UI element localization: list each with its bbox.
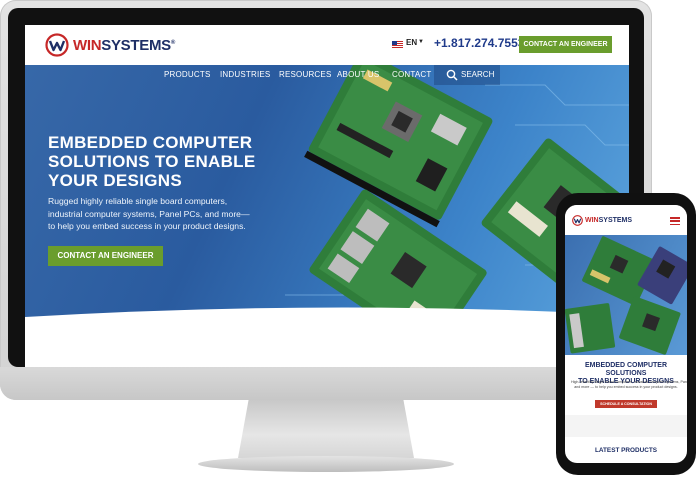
mobile-section-divider [565, 415, 687, 437]
hero-title: EMBEDDED COMPUTER SOLUTIONS TO ENABLE YO… [48, 133, 328, 190]
hamburger-menu-icon[interactable] [670, 217, 680, 226]
us-flag-icon[interactable] [392, 41, 403, 48]
mobile-hero-image [565, 235, 687, 355]
desktop-website: WINSYSTEMS® EN ▼ +1.817.274.7553 CONTACT… [25, 25, 629, 367]
mobile-website: WINSYSTEMS EMBEDDED COMPUTER SOLUTIONS T… [565, 205, 687, 463]
language-selector[interactable]: EN [406, 38, 417, 47]
hero-subtitle-line: to help you embed success in your produc… [48, 221, 246, 231]
hero-contact-engineer-button[interactable]: CONTACT AN ENGINEER [48, 246, 163, 266]
logo-mark[interactable] [572, 215, 583, 226]
hero-subtitle-line: Rugged highly reliable single board comp… [48, 196, 228, 206]
apple-logo-icon [318, 377, 332, 393]
latest-products-heading: LATEST PRODUCTS [594, 447, 657, 454]
logo-wordmark[interactable]: WINSYSTEMS® [73, 37, 175, 54]
imac-stand [238, 400, 414, 458]
caret-down-icon[interactable]: ▼ [418, 39, 424, 45]
nav-resources[interactable]: RESOURCES [279, 70, 331, 79]
main-nav: PRODUCTS INDUSTRIES RESOURCES ABOUT US C… [25, 65, 629, 85]
nav-products[interactable]: PRODUCTS [164, 70, 211, 79]
mobile-subtitle-line: and more — to help you embed success in … [574, 385, 678, 389]
hero-title-line: YOUR DESIGNS [48, 171, 182, 190]
hero-wave-divider [25, 307, 629, 327]
contact-engineer-button[interactable]: CONTACT AN ENGINEER [519, 36, 612, 53]
hero-subtitle: Rugged highly reliable single board comp… [48, 195, 278, 233]
nav-industries[interactable]: INDUSTRIES [220, 70, 270, 79]
schedule-consultation-button[interactable]: SCHEDULE A CONSULTATION [595, 400, 657, 408]
nav-contact[interactable]: CONTACT [392, 70, 431, 79]
imac-stand-foot [198, 456, 454, 472]
site-header: WINSYSTEMS® EN ▼ +1.817.274.7553 CONTACT… [25, 25, 629, 65]
mobile-header: WINSYSTEMS [565, 205, 687, 235]
phone-notch [604, 195, 654, 203]
mobile-logo-wordmark[interactable]: WINSYSTEMS [585, 217, 632, 224]
phone-number[interactable]: +1.817.274.7553 [434, 36, 524, 50]
hero-section: PRODUCTS INDUSTRIES RESOURCES ABOUT US C… [25, 65, 629, 327]
search-button[interactable]: SEARCH [434, 65, 500, 85]
search-label: SEARCH [461, 70, 495, 79]
mobile-hero-subtitle: High-reliability single board computers,… [571, 380, 687, 390]
nav-about-us[interactable]: ABOUT US [337, 70, 379, 79]
logo-mark[interactable] [45, 33, 69, 57]
hero-subtitle-line: industrial computer systems, Panel PCs, … [48, 208, 250, 219]
hero-title-line: EMBEDDED COMPUTER [48, 133, 253, 152]
search-icon [446, 69, 458, 81]
hero-title-line: SOLUTIONS TO ENABLE [48, 152, 256, 171]
mobile-title-line: EMBEDDED COMPUTER SOLUTIONS [584, 362, 668, 377]
